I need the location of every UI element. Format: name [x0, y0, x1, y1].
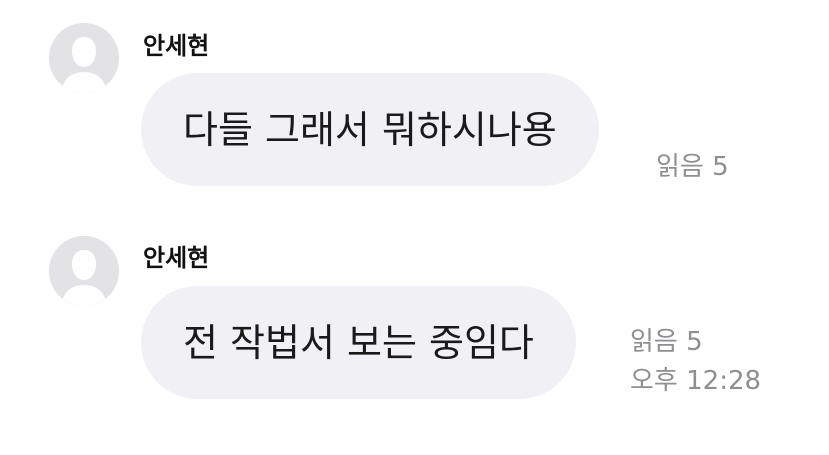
message-bubble[interactable]: 다들 그래서 뭐하시나용: [141, 73, 599, 186]
message-time: 오후 12:28: [630, 366, 762, 396]
message-text: 다들 그래서 뭐하시나용: [183, 107, 557, 152]
message-bubble[interactable]: 전 작법서 보는 중임다: [141, 286, 576, 399]
default-profile-icon: [49, 236, 119, 306]
sender-name: 안세현: [143, 244, 210, 272]
avatar[interactable]: [49, 236, 119, 306]
avatar[interactable]: [49, 23, 119, 93]
chat-view: 안세현 다들 그래서 뭐하시나용 읽음 5 안세현 전 작법서 보는 중임다 읽…: [0, 0, 829, 455]
read-status: 읽음 5: [656, 152, 729, 182]
sender-name: 안세현: [143, 32, 210, 60]
message-text: 전 작법서 보는 중임다: [183, 320, 534, 365]
read-status: 읽음 5: [630, 327, 703, 357]
default-profile-icon: [49, 23, 119, 93]
